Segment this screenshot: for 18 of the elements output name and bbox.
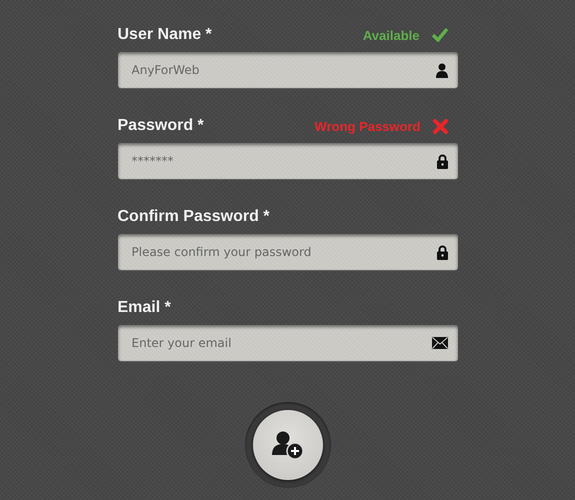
add-user-button[interactable]	[252, 410, 322, 480]
add-user-icon	[272, 430, 304, 460]
input-field[interactable]: *******	[118, 143, 458, 179]
input-field[interactable]: AnyForWeb	[118, 52, 458, 88]
check-icon	[432, 28, 448, 42]
field-label: Confirm Password *	[118, 208, 270, 226]
field-label: Password *	[118, 117, 204, 135]
input-field[interactable]: Enter your email	[118, 325, 458, 361]
status-message: Available	[362, 28, 420, 42]
lock-icon	[436, 244, 448, 260]
field-label: Email *	[118, 299, 171, 317]
input-field[interactable]: Please confirm your password	[118, 234, 458, 270]
cross-icon	[432, 118, 448, 134]
mail-icon	[432, 337, 448, 349]
field-label: User Name *	[118, 26, 212, 44]
lock-icon	[436, 154, 448, 168]
status-message: Wrong Password	[314, 118, 420, 134]
user-icon	[436, 62, 448, 78]
